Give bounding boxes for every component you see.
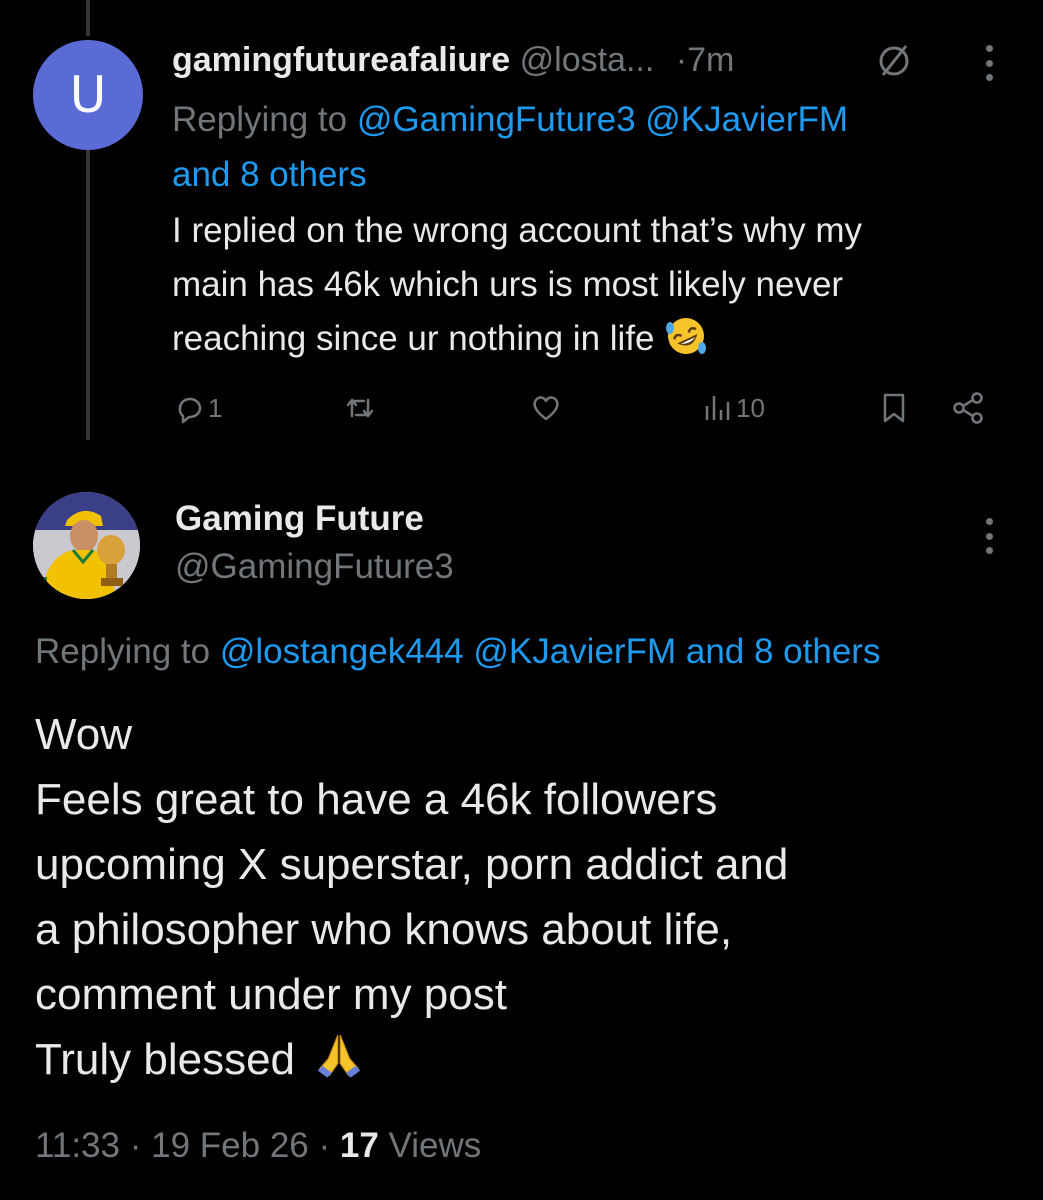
views-action[interactable]: 10 [700, 390, 765, 426]
tweet-meta: 11:33 · 19 Feb 26 · 17 Views [35, 1124, 481, 1168]
mention-link[interactable]: @KJavierFM [645, 100, 848, 139]
thread-line-top [86, 0, 90, 36]
share-action[interactable] [950, 390, 986, 426]
folded-hands-emoji [317, 1034, 361, 1078]
views-label: Views [388, 1126, 482, 1165]
separator: · [129, 1126, 142, 1165]
avatar-letter: U [69, 66, 107, 124]
reply-icon [178, 397, 202, 424]
replying-to: Replying to @lostangek444 @KJavierFM and… [35, 630, 880, 674]
tweet-text: I replied on the wrong account that’s wh… [172, 204, 1012, 366]
tweet-text: Wow Feels great to have a 46k followers … [35, 702, 1015, 1092]
text-line: upcoming X superstar, porn addict and [35, 840, 789, 889]
rolling-on-floor-laughing-emoji [666, 318, 707, 354]
handle[interactable]: @losta... [520, 41, 655, 79]
others-link[interactable]: and 8 others [686, 632, 881, 671]
text-line: Feels great to have a 46k followers [35, 775, 718, 824]
mention-link[interactable]: @lostangek444 [220, 632, 464, 671]
replying-prefix: Replying to [35, 632, 211, 671]
mention-link[interactable]: @KJavierFM [473, 632, 676, 671]
bookmark-action[interactable] [876, 390, 912, 426]
text-line: Wow [35, 710, 132, 759]
text-line: comment under my post [35, 970, 507, 1019]
views-count: 17 [339, 1126, 379, 1165]
reply-tweet-header: gamingfutureafaliure @losta... ·7m [172, 38, 734, 82]
replying-to: Replying to @GamingFuture3 @KJavierFM an… [172, 92, 992, 202]
repost-action[interactable] [342, 390, 378, 426]
text-line: reaching since ur nothing in life [172, 319, 655, 358]
text-line: main has 46k which urs is most likely ne… [172, 265, 844, 304]
more-icon[interactable] [985, 518, 993, 554]
text-line-with-emoji: reaching since ur nothing in life [172, 312, 1012, 366]
no-sign-icon [879, 45, 909, 76]
action-bar: 1 10 [172, 390, 992, 434]
avatar[interactable] [33, 492, 140, 599]
more-icon[interactable] [985, 45, 993, 81]
bookmark-icon [883, 393, 905, 423]
reply-action[interactable]: 1 [172, 390, 222, 426]
text-line: I replied on the wrong account that’s wh… [172, 211, 863, 250]
views-count: 10 [736, 392, 765, 423]
repost-icon [346, 398, 374, 418]
analytics-icon [705, 396, 730, 420]
share-icon [953, 392, 983, 424]
display-name[interactable]: gamingfutureafaliure [172, 41, 510, 79]
text-line: a philosopher who knows about life, [35, 905, 733, 954]
post-time[interactable]: 11:33 [35, 1126, 120, 1165]
text-line-with-emoji: Truly blessed [35, 1027, 1015, 1092]
like-action[interactable] [528, 390, 564, 426]
tweet-thread: U gamingfutureafaliure @losta... ·7m Rep… [0, 0, 1043, 1200]
mention-link[interactable]: @GamingFuture3 [357, 100, 636, 139]
separator: · [318, 1126, 331, 1165]
replying-prefix: Replying to [172, 100, 348, 139]
text-line: Truly blessed [35, 1035, 296, 1084]
thread-line-mid [86, 150, 90, 440]
others-link[interactable]: and 8 others [172, 155, 367, 194]
heart-icon [533, 396, 559, 421]
profile-photo [33, 492, 140, 599]
timestamp[interactable]: ·7m [676, 41, 735, 79]
display-name[interactable]: Gaming Future [175, 497, 424, 541]
post-date[interactable]: 19 Feb 26 [151, 1126, 309, 1165]
handle[interactable]: @GamingFuture3 [175, 545, 454, 589]
reply-count: 1 [208, 392, 223, 423]
avatar[interactable]: U [33, 40, 143, 150]
